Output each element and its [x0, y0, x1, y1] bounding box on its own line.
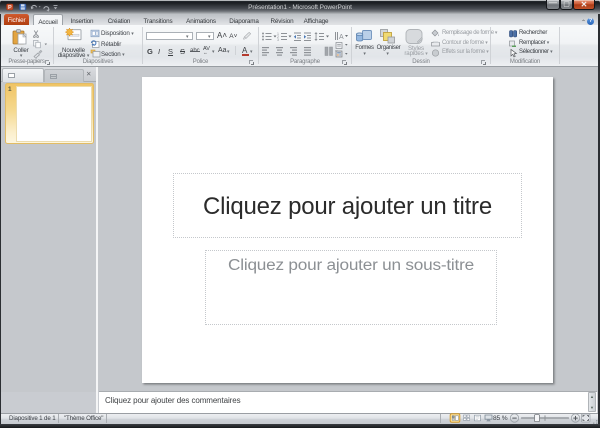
svg-text:3: 3 — [277, 38, 279, 42]
svg-text:A: A — [339, 34, 344, 41]
svg-text:P: P — [8, 5, 12, 11]
